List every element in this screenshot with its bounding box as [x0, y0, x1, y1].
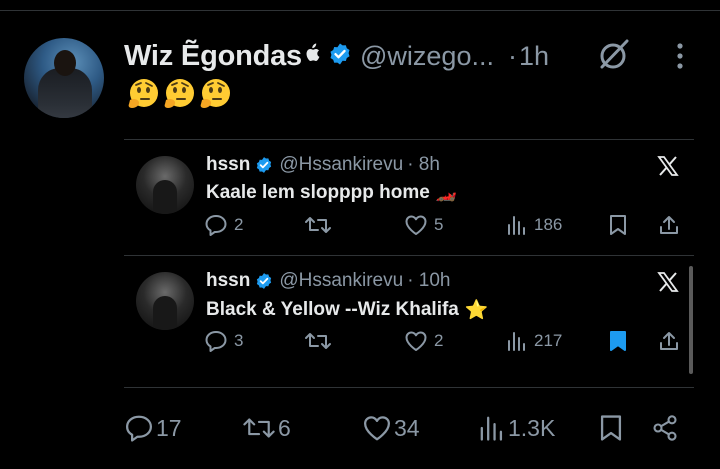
- top-divider: [0, 10, 720, 11]
- verified-badge-icon: [255, 156, 273, 174]
- quote-author-avatar[interactable]: [136, 272, 194, 330]
- views-button[interactable]: 186: [506, 214, 562, 236]
- post-time[interactable]: 1h: [519, 41, 549, 72]
- thinking-face-emoji: [198, 78, 232, 110]
- reply-button[interactable]: 17: [124, 414, 182, 442]
- quote-author-handle[interactable]: @Hssankirevu: [279, 154, 403, 176]
- view-count: 1.3K: [508, 414, 556, 441]
- race-car-emoji: 🏎️: [435, 183, 457, 202]
- share-button[interactable]: [650, 414, 680, 442]
- quote-time[interactable]: · 10h: [407, 270, 450, 292]
- like-count: 2: [434, 331, 444, 350]
- star-emoji: ⭐: [464, 300, 489, 321]
- repost-button[interactable]: [304, 214, 332, 236]
- reply-button[interactable]: 2: [204, 214, 243, 236]
- reply-button[interactable]: 3: [204, 330, 243, 352]
- separator-dot: ·: [507, 40, 517, 71]
- post-actions: 17 6 34 1.3K: [124, 408, 684, 448]
- x-logo-icon[interactable]: [656, 270, 680, 299]
- like-count: 34: [394, 414, 420, 441]
- quote-author-handle[interactable]: @Hssankirevu: [279, 270, 403, 292]
- thinking-face-emoji: [162, 78, 196, 110]
- views-button[interactable]: 1.3K: [478, 414, 555, 442]
- quote-text: Kaale lem slopppp home 🏎️: [206, 182, 457, 204]
- quote-author-name[interactable]: hssn: [206, 270, 250, 292]
- author-handle[interactable]: @wizego...: [360, 41, 494, 72]
- author-name[interactable]: Wiz Ẽgondas: [124, 40, 302, 73]
- quote-header: hssn @Hssankirevu · 8h: [206, 154, 440, 176]
- repost-count: 6: [278, 414, 291, 441]
- quoted-post[interactable]: hssn @Hssankirevu · 10h Black & Yellow -…: [124, 255, 694, 388]
- repost-button[interactable]: 6: [242, 414, 291, 442]
- quote-actions: 3 2 217: [204, 330, 684, 360]
- bookmark-button-active[interactable]: [608, 330, 628, 352]
- bookmark-button[interactable]: [598, 414, 624, 442]
- quote-actions: 2 5 186: [204, 214, 684, 244]
- like-button[interactable]: 5: [404, 214, 443, 236]
- quote-header: hssn @Hssankirevu · 10h: [206, 270, 451, 292]
- like-button[interactable]: 2: [404, 330, 443, 352]
- like-count: 5: [434, 215, 444, 234]
- quote-author-avatar[interactable]: [136, 156, 194, 214]
- author-avatar[interactable]: [24, 38, 104, 118]
- share-button[interactable]: [658, 330, 680, 352]
- grok-icon[interactable]: [597, 38, 631, 77]
- quote-text-content: Black & Yellow --Wiz Khalifa: [206, 299, 459, 320]
- quote-author-name[interactable]: hssn: [206, 154, 250, 176]
- view-count: 217: [534, 331, 563, 350]
- view-count: 186: [534, 215, 563, 234]
- post-header: Wiz Ẽgondas @wizego... · 1h: [124, 38, 549, 74]
- reply-count: 3: [234, 331, 244, 350]
- verified-badge-icon: [255, 272, 273, 290]
- quote-time[interactable]: · 8h: [407, 154, 440, 176]
- more-vertical-icon[interactable]: [670, 42, 690, 75]
- share-button[interactable]: [658, 214, 680, 236]
- repost-button[interactable]: [304, 330, 332, 352]
- quote-text-content: Kaale lem slopppp home: [206, 182, 430, 203]
- quoted-post[interactable]: hssn @Hssankirevu · 8h Kaale lem slopppp…: [124, 139, 694, 255]
- thinking-face-emoji: [126, 78, 160, 110]
- quotes-scrollbar[interactable]: [689, 266, 693, 374]
- views-button[interactable]: 217: [506, 330, 562, 352]
- post-text: [126, 78, 232, 112]
- bookmark-button[interactable]: [608, 214, 628, 236]
- apple-logo-icon: [304, 43, 320, 69]
- x-logo-icon[interactable]: [656, 154, 680, 183]
- reply-count: 2: [234, 215, 244, 234]
- reply-count: 17: [156, 414, 182, 441]
- quote-text: Black & Yellow --Wiz Khalifa ⭐: [206, 298, 489, 322]
- verified-badge-icon: [328, 42, 352, 71]
- like-button[interactable]: 34: [362, 414, 420, 442]
